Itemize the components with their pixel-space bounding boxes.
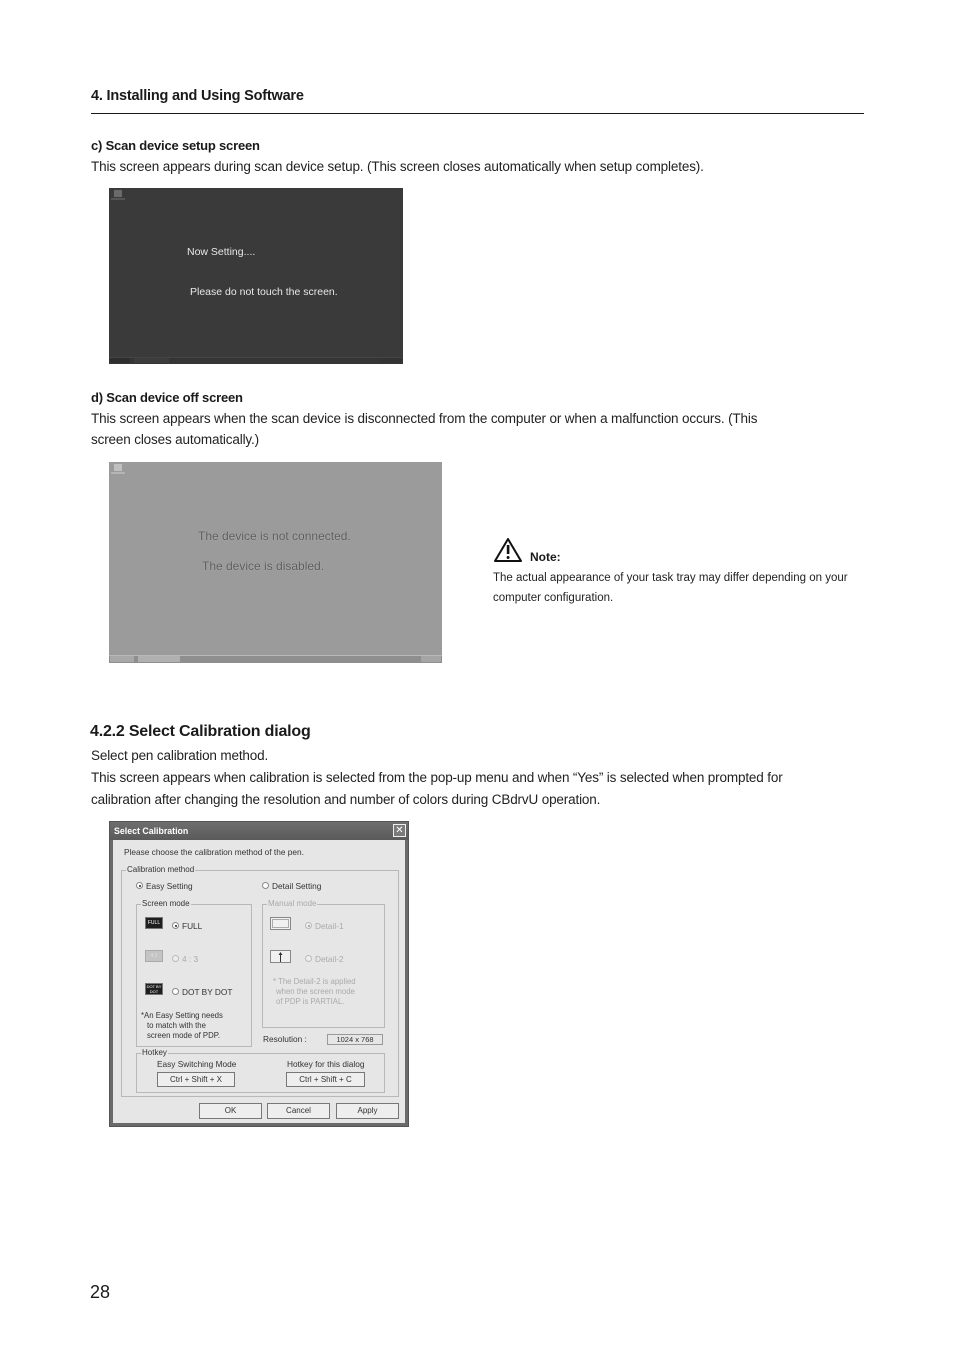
- easy-setting-label: Easy Setting: [146, 881, 193, 891]
- dot-by-dot-radio[interactable]: [172, 988, 179, 995]
- hotkey-label: Hotkey: [141, 1048, 168, 1057]
- start-button: [110, 656, 134, 662]
- section-d-description-line1: This screen appears when the scan device…: [91, 411, 758, 426]
- full-label: FULL: [182, 921, 203, 931]
- dialog-prompt: Please choose the calibration method of …: [124, 847, 304, 857]
- page-number: 28: [90, 1282, 111, 1302]
- easy-switching-label: Easy Switching Mode: [157, 1059, 237, 1069]
- taskbar-item: [138, 656, 180, 662]
- 4-3-radio[interactable]: [172, 955, 179, 962]
- system-tray: [421, 656, 441, 662]
- close-button[interactable]: ✕: [393, 824, 406, 837]
- detail-setting-label: Detail Setting: [272, 881, 322, 891]
- 4-3-label: 4 : 3: [182, 954, 199, 964]
- taskbar: [109, 655, 442, 663]
- setup-screen-screenshot: Now Setting.... Please do not touch the …: [109, 188, 403, 364]
- desktop-icon-label: [111, 198, 125, 200]
- not-connected-message: The device is not connected.: [198, 529, 351, 543]
- detail-note-line2: when the screen mode: [276, 987, 355, 996]
- dialog-titlebar: Select Calibration ✕: [110, 822, 408, 840]
- close-icon: ✕: [395, 825, 404, 836]
- resolution-label: Resolution :: [263, 1034, 307, 1044]
- section-d-heading: d) Scan device off screen: [91, 390, 243, 405]
- dialog-frame-right: [405, 840, 408, 1126]
- resolution-value: 1024 x 768: [327, 1034, 383, 1045]
- dialog-hotkey-button[interactable]: Ctrl + Shift + C: [286, 1072, 365, 1087]
- dialog-frame-bottom: [110, 1123, 408, 1126]
- system-tray: [381, 358, 401, 363]
- section-c-description: This screen appears during scan device s…: [91, 159, 704, 174]
- dialog-title: Select Calibration: [114, 826, 189, 836]
- screen-mode-label: Screen mode: [141, 899, 191, 908]
- section-line-2: This screen appears when calibration is …: [91, 770, 783, 785]
- detail-setting-radio[interactable]: [262, 882, 269, 889]
- note-label: Note:: [530, 550, 561, 564]
- calibration-method-label: Calibration method: [126, 865, 196, 874]
- disabled-message: The device is disabled.: [202, 559, 325, 573]
- ok-button[interactable]: OK: [199, 1103, 262, 1119]
- easy-setting-note-line2: to match with the: [147, 1021, 206, 1030]
- select-calibration-dialog: Select Calibration ✕ Please choose the c…: [109, 821, 409, 1127]
- full-radio[interactable]: [172, 922, 179, 929]
- 4-3-mode-icon: 4:3: [145, 950, 163, 962]
- do-not-touch-message: Please do not touch the screen.: [190, 286, 338, 298]
- dialog-frame-left: [110, 840, 113, 1126]
- easy-setting-note-line1: *An Easy Setting needs: [141, 1011, 223, 1020]
- section-line-1: Select pen calibration method.: [91, 748, 269, 763]
- cancel-button[interactable]: Cancel: [267, 1103, 330, 1119]
- detail-1-icon: [270, 917, 291, 930]
- detail-note-line3: of PDP is PARTIAL.: [276, 997, 345, 1006]
- detail-2-radio[interactable]: [305, 955, 312, 962]
- detail-2-icon: [270, 950, 291, 963]
- manual-mode-label: Manual mode: [267, 899, 318, 908]
- chapter-header: 4. Installing and Using Software: [91, 88, 304, 104]
- recycle-bin-icon: [114, 464, 122, 471]
- device-off-screenshot: The device is not connected. The device …: [109, 462, 442, 663]
- detail-1-label: Detail-1: [315, 921, 344, 931]
- taskbar: [109, 357, 403, 364]
- note-text: The actual appearance of your task tray …: [493, 572, 848, 604]
- easy-switching-hotkey-button[interactable]: Ctrl + Shift + X: [157, 1072, 235, 1087]
- start-button: [110, 358, 130, 363]
- taskbar-item: [134, 358, 169, 363]
- apply-button[interactable]: Apply: [336, 1103, 399, 1119]
- detail-note-line1: * The Detail-2 is applied: [273, 977, 356, 986]
- section-title: 4.2.2 Select Calibration dialog: [90, 723, 311, 740]
- dot-by-dot-label: DOT BY DOT: [182, 987, 233, 997]
- section-c-heading: c) Scan device setup screen: [91, 138, 260, 153]
- detail-1-radio[interactable]: [305, 922, 312, 929]
- warning-icon: [494, 538, 522, 562]
- dialog-hotkey-label: Hotkey for this dialog: [287, 1059, 365, 1069]
- full-mode-icon: FULL: [145, 917, 163, 929]
- now-setting-message: Now Setting....: [187, 246, 256, 258]
- section-line-3: calibration after changing the resolutio…: [91, 792, 601, 807]
- header-divider: [91, 113, 864, 114]
- recycle-bin-icon: [114, 190, 122, 197]
- easy-setting-note-line3: screen mode of PDP.: [147, 1031, 221, 1040]
- dot-by-dot-mode-icon: DOT BY DOT: [145, 983, 163, 995]
- easy-setting-radio[interactable]: [136, 882, 143, 889]
- desktop-icon-label: [111, 472, 125, 474]
- section-d-description-line2: screen closes automatically.): [91, 432, 259, 447]
- detail-2-label: Detail-2: [315, 954, 344, 964]
